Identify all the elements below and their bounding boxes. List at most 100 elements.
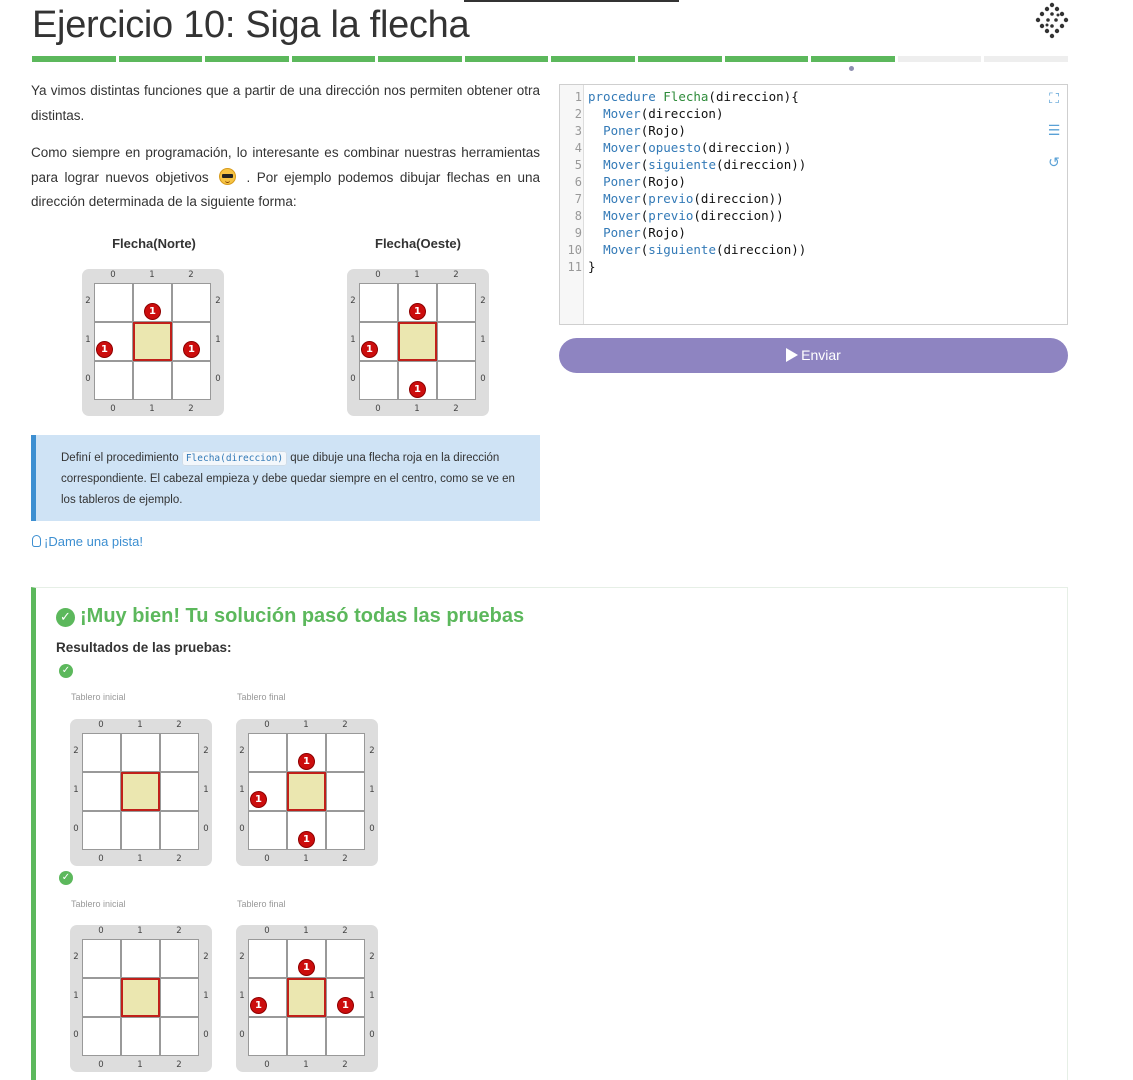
line-number: 6	[574, 175, 582, 189]
line-number: 9	[574, 226, 582, 240]
column-label: 1	[149, 404, 155, 414]
row-label: 1	[480, 335, 486, 345]
row-label: 2	[85, 296, 91, 306]
row-label: 2	[350, 296, 356, 306]
row-label: 0	[85, 374, 91, 384]
progress-segment[interactable]	[378, 56, 462, 62]
code-text: Mover(direccion)	[603, 106, 724, 121]
code-text: Mover(previo(direccion))	[603, 191, 784, 206]
board-cell	[326, 811, 365, 850]
results-title: ✓ ¡Muy bien! Tu solución pasó todas las p…	[56, 605, 524, 628]
progress-segment[interactable]	[464, 56, 549, 62]
progress-segment[interactable]	[291, 56, 376, 62]
progress-segment[interactable]	[984, 56, 1068, 62]
code-line[interactable]: 8 Mover(previo(direccion))	[560, 207, 784, 224]
board-cell	[172, 283, 211, 322]
red-stone: 1	[337, 997, 354, 1014]
code-line[interactable]: 3 Poner(Rojo)	[560, 122, 686, 139]
board-cell	[133, 361, 172, 400]
column-label: 1	[414, 270, 420, 280]
test-2-initial-board: 0 0 1 1 2 2 2 2 1 1 0 0	[70, 925, 212, 1072]
line-number: 5	[574, 158, 582, 172]
progress-segment[interactable]	[811, 56, 895, 62]
column-label: 2	[342, 926, 348, 936]
row-label: 0	[203, 1030, 209, 1040]
column-label: 1	[414, 404, 420, 414]
code-text: Poner(Rojo)	[603, 174, 686, 189]
row-label: 2	[369, 746, 375, 756]
row-label: 0	[203, 824, 209, 834]
progress-segment[interactable]	[205, 56, 289, 62]
column-label: 2	[188, 270, 194, 280]
board-head	[287, 772, 326, 811]
row-label: 1	[203, 991, 209, 1001]
row-label: 1	[350, 335, 356, 345]
progress-segment[interactable]	[724, 56, 809, 62]
line-number: 11	[567, 260, 582, 274]
column-label: 1	[303, 720, 309, 730]
reset-icon[interactable]: ↺	[1047, 156, 1061, 170]
submit-button[interactable]: Enviar	[559, 338, 1068, 373]
description-paragraph-1: Ya vimos distintas funciones que a parti…	[31, 83, 540, 123]
column-label: 2	[176, 1060, 182, 1070]
progress-segment[interactable]	[638, 56, 722, 62]
line-number: 4	[574, 141, 582, 155]
board-cell	[248, 1017, 287, 1056]
row-label: 0	[215, 374, 221, 384]
progress-segment[interactable]	[897, 56, 982, 62]
fullscreen-icon[interactable]: ⛶	[1047, 92, 1061, 106]
test-passed-icon: ✓	[59, 871, 73, 885]
board-cell	[82, 772, 121, 811]
board-cell	[121, 939, 160, 978]
board-cell	[94, 283, 133, 322]
row-label: 2	[239, 746, 245, 756]
code-editor[interactable]: ⛶ ☰ ↺ 1 procedure Flecha(direccion){2 Mov…	[559, 84, 1068, 325]
row-label: 2	[203, 746, 209, 756]
column-label: 2	[342, 854, 348, 864]
row-label: 1	[73, 785, 79, 795]
example-caption-west: Flecha(Oeste)	[375, 236, 461, 251]
hint-link-label: ¡Dame una pista!	[44, 534, 143, 549]
board-head	[121, 978, 160, 1017]
progress-segment[interactable]	[551, 56, 636, 62]
gobstones-logo-icon	[1035, 2, 1069, 39]
progress-segment[interactable]	[118, 56, 203, 62]
test-2-final-board: 001122221100111	[236, 925, 378, 1072]
board-head	[287, 978, 326, 1017]
code-line[interactable]: 7 Mover(previo(direccion))	[560, 190, 784, 207]
code-line[interactable]: 2 Mover(direccion)	[560, 105, 724, 122]
row-label: 1	[215, 335, 221, 345]
code-line[interactable]: 1 procedure Flecha(direccion){	[560, 88, 799, 105]
row-label: 1	[85, 335, 91, 345]
test-1-initial-board: 0 0 1 1 2 2 2 2 1 1 0 0	[70, 719, 212, 866]
code-line[interactable]: 6 Poner(Rojo)	[560, 173, 686, 190]
code-line[interactable]: 11}	[560, 258, 596, 275]
row-label: 0	[239, 824, 245, 834]
code-text: Mover(siguiente(direccion))	[603, 242, 807, 257]
red-stone: 1	[298, 959, 315, 976]
results-title-text: ¡Muy bien! Tu solución pasó todas las pr…	[80, 605, 525, 627]
row-label: 0	[350, 374, 356, 384]
board-cell	[160, 939, 199, 978]
code-line[interactable]: 10 Mover(siguiente(direccion))	[560, 241, 807, 258]
line-number: 8	[574, 209, 582, 223]
row-label: 1	[369, 785, 375, 795]
row-label: 1	[369, 991, 375, 1001]
column-label: 1	[137, 720, 143, 730]
hint-link[interactable]: ¡Dame una pista!	[32, 534, 143, 549]
code-line[interactable]: 4 Mover(opuesto(direccion))	[560, 139, 791, 156]
code-text: Mover(previo(direccion))	[603, 208, 784, 223]
description-paragraph-2: Como siempre en programación, lo interes…	[31, 141, 540, 215]
board-cell	[326, 733, 365, 772]
board-cell	[121, 811, 160, 850]
indent-icon[interactable]: ☰	[1047, 124, 1061, 138]
red-stone: 1	[144, 303, 161, 320]
code-line[interactable]: 9 Poner(Rojo)	[560, 224, 686, 241]
line-number: 10	[567, 243, 582, 257]
progress-segment[interactable]	[32, 56, 116, 62]
code-line[interactable]: 5 Mover(siguiente(direccion))	[560, 156, 807, 173]
column-label: 2	[453, 404, 459, 414]
row-label: 0	[239, 1030, 245, 1040]
board-cell	[248, 733, 287, 772]
column-label: 0	[264, 926, 270, 936]
